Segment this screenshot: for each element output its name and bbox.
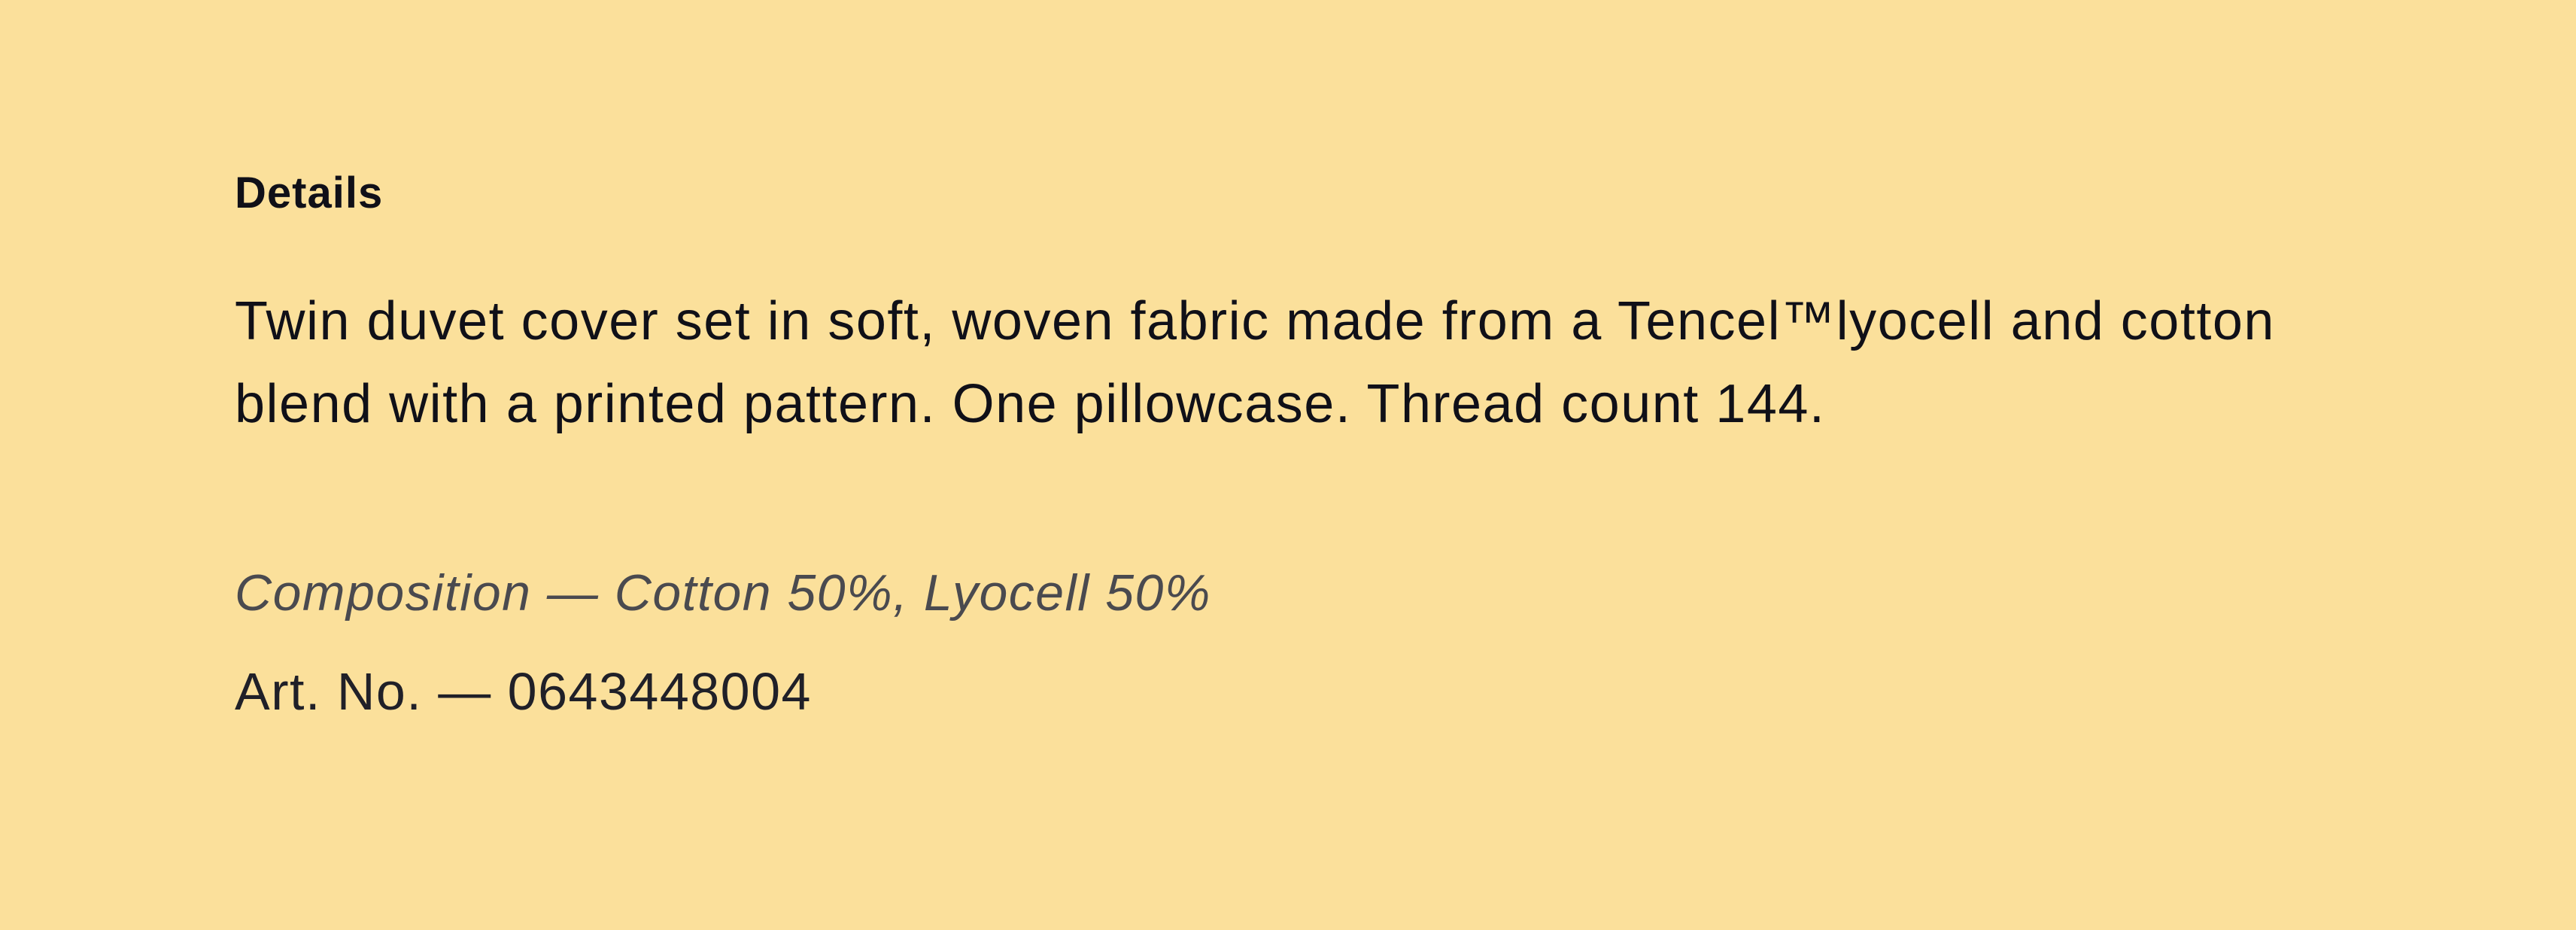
article-number: Art. No. — 0643448004: [235, 662, 812, 722]
details-heading: Details: [235, 169, 384, 217]
composition-text: Composition — Cotton 50%, Lyocell 50%: [235, 564, 1211, 622]
product-meta: Composition — Cotton 50%, Lyocell 50% Ar…: [235, 563, 2417, 724]
product-description: Twin duvet cover set in soft, woven fabr…: [235, 290, 2275, 434]
product-details-section: Details Twin duvet cover set in soft, wo…: [235, 167, 2417, 723]
